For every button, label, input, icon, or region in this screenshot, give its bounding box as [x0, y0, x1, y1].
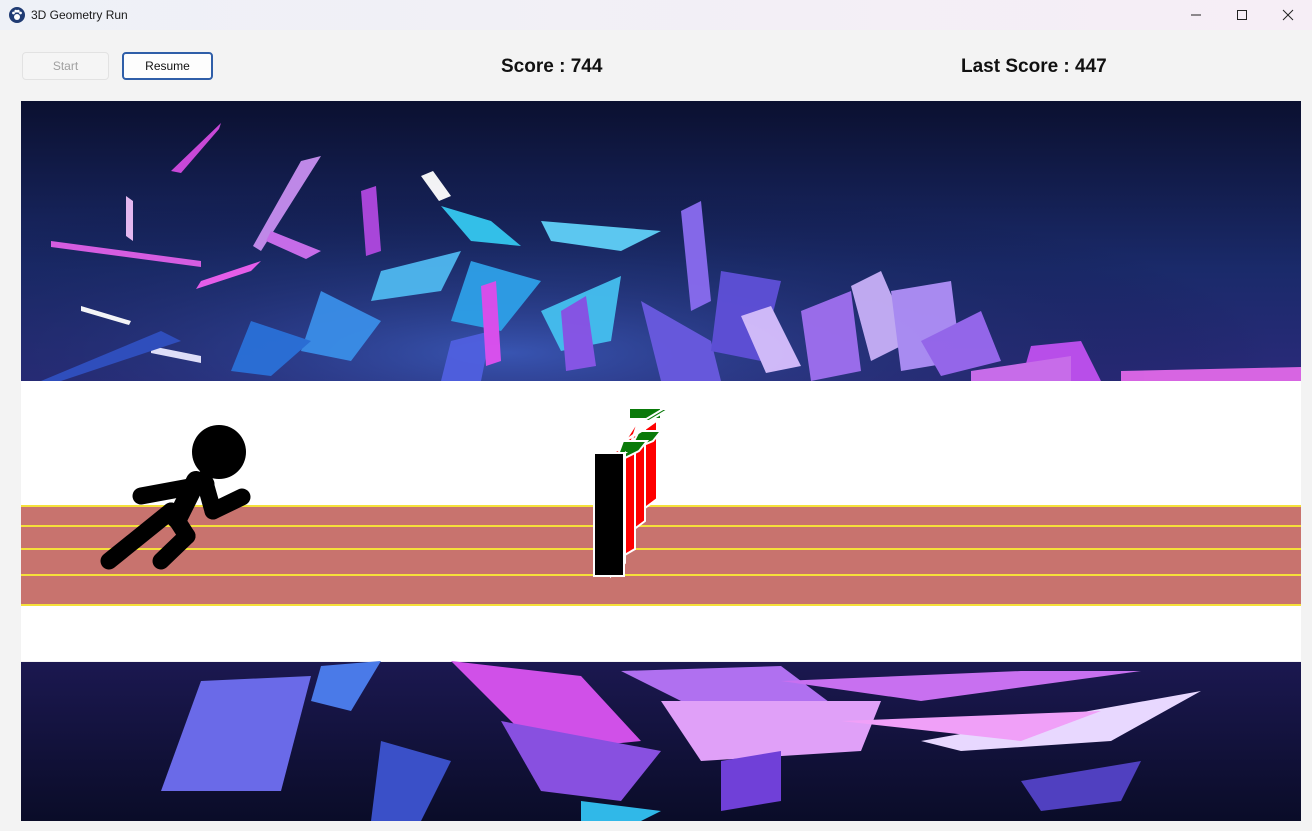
window-title: 3D Geometry Run: [31, 8, 128, 22]
game-scene: [21, 101, 1301, 821]
minimize-button[interactable]: [1173, 0, 1219, 30]
game-canvas[interactable]: [21, 101, 1301, 821]
background-top: [21, 101, 1301, 381]
close-icon: [1282, 9, 1294, 21]
paw-icon: [9, 7, 25, 23]
running-track: [21, 505, 1301, 606]
background-bottom: [21, 661, 1301, 821]
minimize-icon: [1191, 14, 1201, 16]
start-button[interactable]: Start: [22, 52, 109, 80]
maximize-button[interactable]: [1219, 0, 1265, 30]
score-label: Score : 744: [501, 56, 603, 77]
resume-button[interactable]: Resume: [122, 52, 213, 80]
last-score-label: Last Score : 447: [961, 56, 1107, 77]
close-button[interactable]: [1265, 0, 1311, 30]
maximize-icon: [1237, 10, 1247, 20]
title-bar: 3D Geometry Run: [0, 0, 1312, 30]
